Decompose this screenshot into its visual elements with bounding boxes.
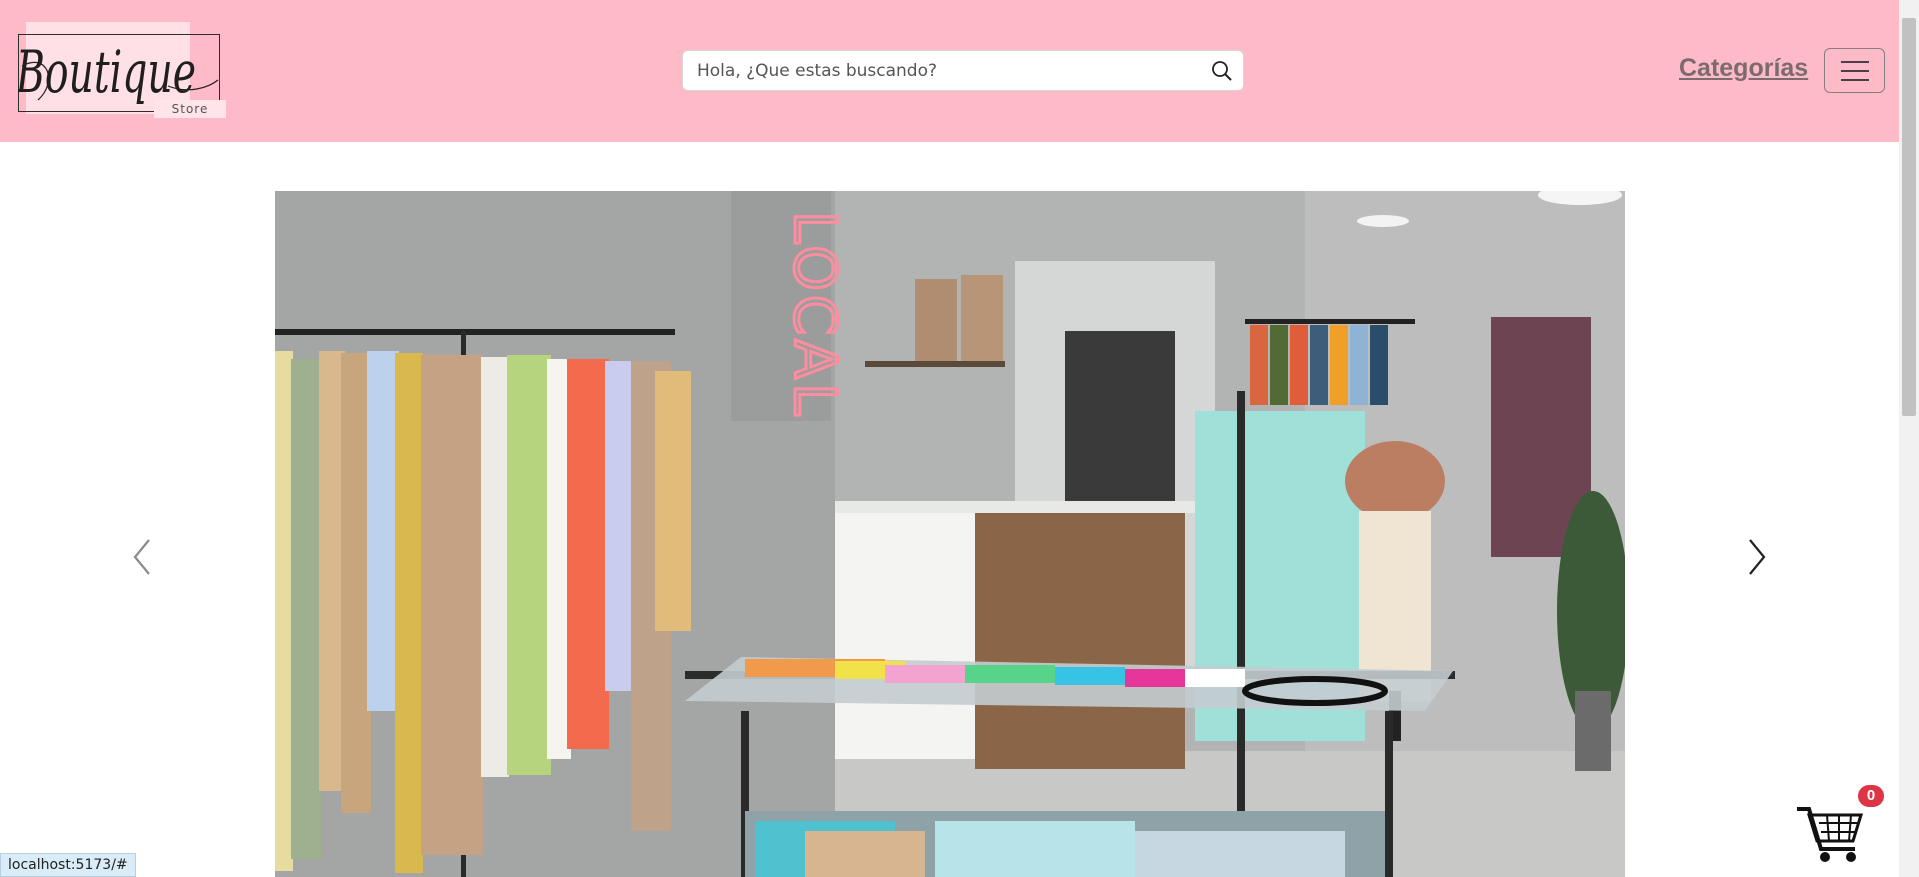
shopping-cart-icon: [1797, 807, 1864, 862]
hamburger-line: [1841, 79, 1869, 81]
page: Boutique Store Categorías: [0, 0, 1919, 877]
logo-subtitle: Store: [154, 100, 226, 118]
cart-count-badge: 0: [1858, 785, 1884, 807]
carousel-next-arrow[interactable]: [1742, 532, 1772, 582]
hamburger-line: [1841, 61, 1869, 63]
brand-logo[interactable]: Boutique Store: [18, 22, 226, 118]
neon-sign-text: LOCAL: [781, 211, 849, 419]
carousel-prev-arrow[interactable]: [127, 532, 157, 582]
status-bar-url: localhost:5173/#: [0, 853, 136, 877]
scrollbar-thumb[interactable]: [1902, 18, 1916, 416]
menu-toggle-button[interactable]: [1824, 48, 1885, 93]
carousel-slide-image: LOCAL: [275, 191, 1625, 877]
search-form: [682, 50, 1244, 91]
cart-button[interactable]: [1795, 785, 1867, 867]
search-button[interactable]: [1211, 60, 1233, 82]
categories-link[interactable]: Categorías: [1679, 54, 1808, 83]
hero-carousel: LOCAL: [275, 191, 1625, 877]
search-icon: [1212, 61, 1232, 81]
chevron-right-icon: [1749, 539, 1766, 575]
page-scrollbar[interactable]: [1899, 0, 1919, 877]
chevron-left-icon: [133, 539, 150, 575]
header-navbar: Boutique Store Categorías: [0, 0, 1899, 142]
hamburger-line: [1841, 70, 1869, 72]
search-input[interactable]: [684, 52, 1184, 89]
logo-script-text: Boutique: [18, 38, 196, 106]
